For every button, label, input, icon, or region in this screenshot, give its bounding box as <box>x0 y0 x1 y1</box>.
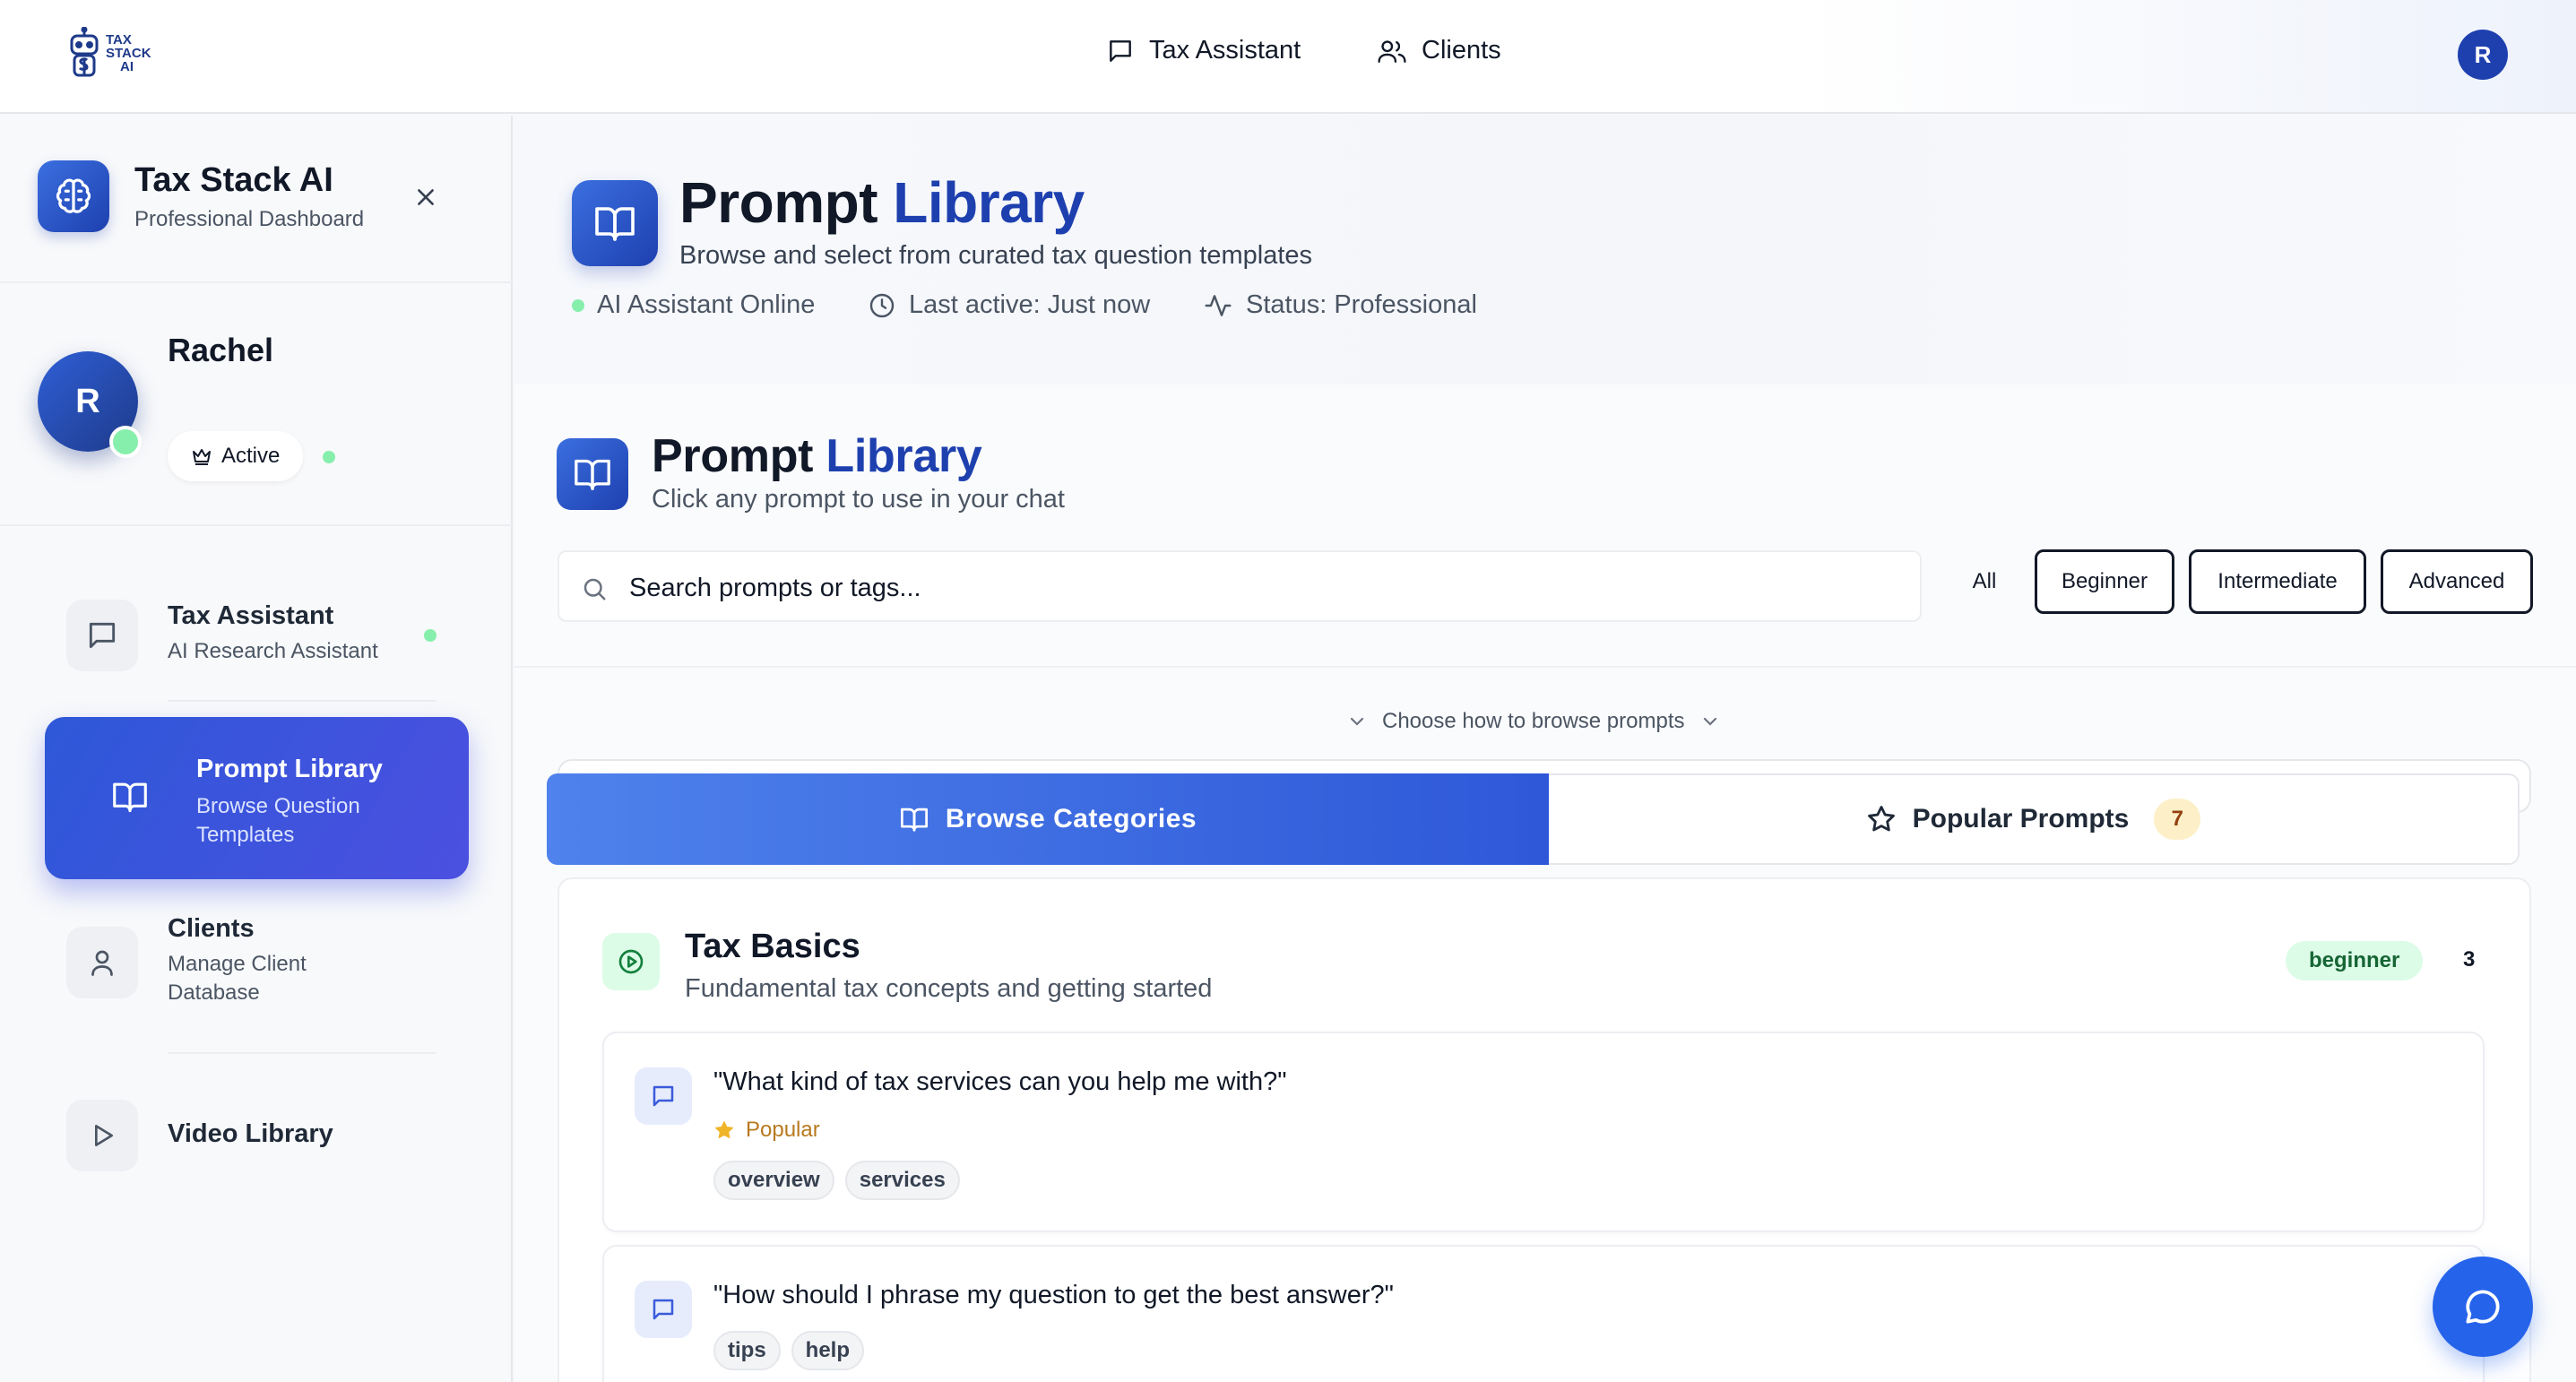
search-input[interactable] <box>629 568 1902 608</box>
browse-tabs: Browse Categories Popular Prompts 7 <box>547 773 2520 865</box>
top-bar: TAX STACK AI Tax Assistant Clients R <box>0 0 2576 114</box>
page-subtitle: Browse and select from curated tax quest… <box>679 241 1313 270</box>
user-name: Rachel <box>168 332 274 368</box>
online-dot <box>572 298 584 312</box>
divider <box>0 524 513 526</box>
logo-text: TAX STACK AI <box>106 31 151 74</box>
sidebar-item-label: Clients <box>168 914 255 943</box>
chat-bubble-icon <box>2460 1284 2505 1329</box>
sidebar-item-sublabel: Browse Question Templates <box>196 794 360 847</box>
tab-browse-categories[interactable]: Browse Categories <box>547 773 1549 865</box>
page-header: Prompt Library Browse and select from cu… <box>514 116 2576 384</box>
status-professional: Status: Professional <box>1203 290 1477 320</box>
category-count: 3 <box>2463 947 2476 972</box>
divider <box>514 666 2576 668</box>
category-level-badge: beginner <box>2286 941 2424 980</box>
prompt-card[interactable]: "How should I phrase my question to get … <box>602 1245 2485 1382</box>
tag-list: tips help <box>713 1331 865 1370</box>
prompt-library-panel: Prompt Library Click any prompt to use i… <box>514 384 2576 1382</box>
divider <box>168 700 437 702</box>
user-status-badge: Active <box>168 431 304 481</box>
status-last-active: Last active: Just now <box>868 290 1150 320</box>
status-dot <box>323 451 335 463</box>
topnav-clients[interactable]: Clients <box>1377 36 1501 65</box>
sidebar-item-label: Prompt Library <box>196 755 383 783</box>
users-icon <box>1377 37 1407 65</box>
sidebar-item-video-library[interactable]: Video Library <box>43 1100 473 1171</box>
prompt-text: "How should I phrase my question to get … <box>713 1281 1394 1309</box>
tag[interactable]: tips <box>713 1331 781 1370</box>
play-icon <box>66 1100 138 1171</box>
filter-advanced-button[interactable]: Advanced <box>2381 549 2533 614</box>
book-open-icon <box>111 780 149 814</box>
divider <box>0 281 513 283</box>
browse-mode-toggle[interactable]: Choose how to browse prompts <box>1348 709 1719 734</box>
sidebar-item-prompt-library[interactable]: Prompt Library Browse Question Templates <box>45 717 469 879</box>
filter-intermediate-button[interactable]: Intermediate <box>2189 549 2366 614</box>
crown-icon <box>191 446 212 466</box>
prompt-card[interactable]: "What kind of tax services can you help … <box>602 1032 2485 1232</box>
star-icon <box>1866 804 1897 834</box>
tag[interactable]: help <box>791 1331 865 1370</box>
close-icon <box>414 186 437 209</box>
robot-logo-icon <box>66 27 102 79</box>
brand-subtitle: Professional Dashboard <box>134 206 365 231</box>
user-avatar-button[interactable]: R <box>2458 30 2508 80</box>
filter-beginner-button[interactable]: Beginner <box>2035 549 2174 614</box>
sidebar-item-sublabel: AI Research Assistant <box>168 639 378 663</box>
message-square-icon <box>635 1067 692 1125</box>
star-icon <box>713 1119 735 1141</box>
brand-title: Tax Stack AI <box>134 160 333 199</box>
search-box <box>558 550 1922 622</box>
status-dot <box>424 629 437 642</box>
chat-fab-button[interactable] <box>2433 1257 2533 1357</box>
divider <box>168 1052 437 1054</box>
sidebar-item-sublabel: Manage Client Database <box>168 952 307 1005</box>
sidebar: Tax Stack AI Professional Dashboard R Ra… <box>0 116 513 1382</box>
tag[interactable]: overview <box>713 1161 834 1200</box>
status-online: AI Assistant Online <box>572 290 815 320</box>
sidebar-item-tax-assistant[interactable]: Tax Assistant AI Research Assistant <box>43 600 473 707</box>
category-title: Tax Basics <box>685 928 860 965</box>
message-square-icon <box>66 600 138 671</box>
sidebar-item-clients[interactable]: Clients Manage Client Database <box>43 914 473 1043</box>
message-square-icon <box>635 1281 692 1338</box>
activity-icon <box>1203 291 1233 320</box>
sidebar-item-label: Tax Assistant <box>168 601 334 630</box>
popular-count-badge: 7 <box>2154 799 2201 840</box>
play-circle-icon <box>602 933 660 990</box>
brain-icon <box>38 160 109 232</box>
sidebar-brand: Tax Stack AI Professional Dashboard <box>38 160 364 232</box>
online-indicator <box>109 426 142 458</box>
book-open-icon <box>572 180 658 266</box>
prompt-text: "What kind of tax services can you help … <box>713 1067 1287 1096</box>
message-square-icon <box>1106 37 1135 65</box>
chevron-down-icon <box>1701 715 1719 728</box>
category-card: Tax Basics Fundamental tax concepts and … <box>558 877 2531 1382</box>
close-sidebar-button[interactable] <box>414 186 437 209</box>
user-icon <box>66 927 138 998</box>
page-title: Prompt Library <box>679 170 1085 235</box>
section-title: Prompt Library <box>652 430 982 482</box>
section-subtitle: Click any prompt to use in your chat <box>652 485 1065 514</box>
clock-icon <box>868 291 896 320</box>
book-open-icon <box>899 806 929 833</box>
search-icon <box>581 575 608 602</box>
sidebar-item-label: Video Library <box>168 1119 333 1148</box>
app-logo[interactable]: TAX STACK AI <box>66 27 151 79</box>
popular-label: Popular <box>713 1118 820 1143</box>
topnav-tax-assistant[interactable]: Tax Assistant <box>1106 36 1301 65</box>
chevron-down-icon <box>1348 715 1366 728</box>
book-open-icon <box>557 438 628 510</box>
category-subtitle: Fundamental tax concepts and getting sta… <box>685 974 1213 1003</box>
filter-all-button[interactable]: All <box>1949 549 2020 614</box>
tag[interactable]: services <box>844 1161 960 1200</box>
tab-popular-prompts[interactable]: Popular Prompts 7 <box>1549 773 2520 865</box>
tag-list: overview services <box>713 1161 960 1200</box>
